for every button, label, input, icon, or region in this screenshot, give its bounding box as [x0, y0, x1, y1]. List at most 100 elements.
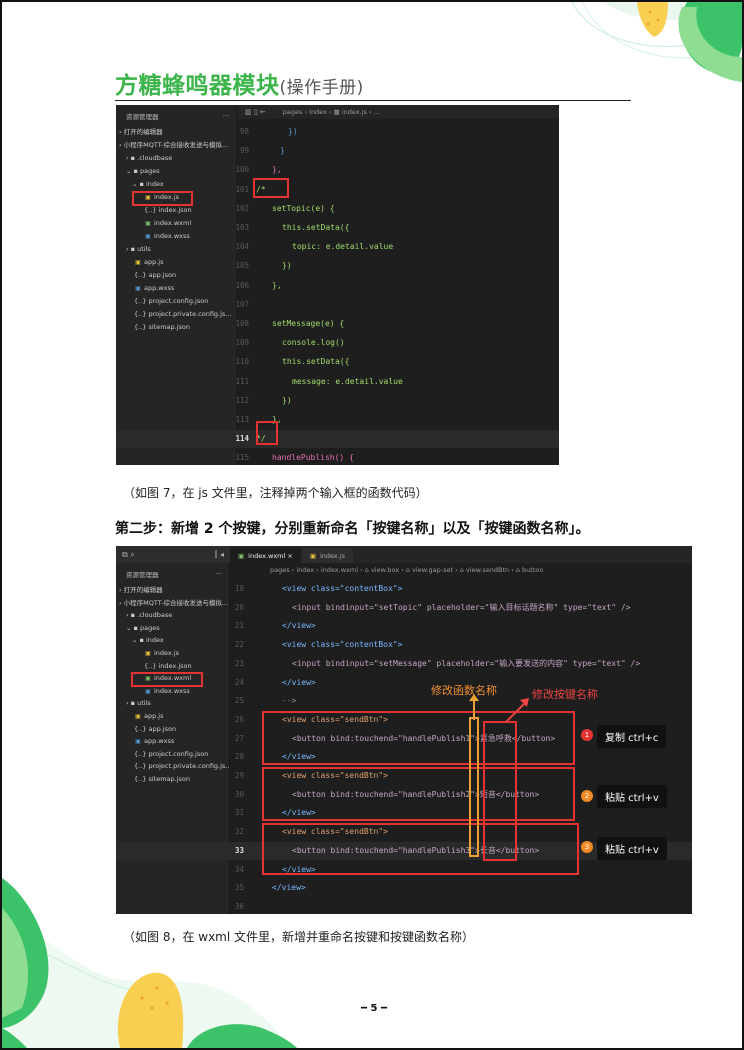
more-icon[interactable]: ···: [223, 112, 229, 120]
line-number: 30: [234, 789, 244, 799]
line-number: 114: [235, 434, 249, 444]
line-number: 36: [234, 901, 244, 911]
modify-function-name-annotation: 修改函数名称: [431, 684, 497, 697]
split-icon[interactable]: ▥ ▯ ←: [245, 108, 266, 116]
code-line: 109 console.log(): [116, 334, 559, 352]
title-rule: [115, 100, 631, 101]
code-text: <view class="contentBox">: [282, 584, 403, 593]
comment-end-highlight-box: [256, 421, 278, 445]
step-2-badge: 2: [581, 790, 593, 802]
code-text: this.setData({: [282, 357, 350, 367]
line-number: 33: [234, 845, 244, 855]
code-line: 99}: [116, 142, 559, 160]
line-number: 105: [235, 261, 249, 271]
index-js-highlight-box: [132, 191, 193, 206]
line-number: 103: [235, 223, 249, 232]
line-number: 115: [235, 453, 249, 463]
line-number: 35: [234, 883, 244, 893]
code-line: 20 <input bindinput="setTopic" placeholde…: [116, 599, 692, 617]
code-text: topic: e.detail.value: [292, 242, 394, 252]
comment-start-highlight-box: [253, 178, 289, 198]
line-number: 104: [235, 242, 249, 252]
wxml-file-icon: ▣: [238, 551, 245, 560]
editor-breadcrumb-bar: ▥ ▯ ← pages › index › ▦ index.js › ...: [237, 105, 559, 119]
line-number: 31: [234, 808, 244, 818]
line-number: 98: [239, 127, 249, 136]
page-number: ━ 5 ━: [361, 1003, 387, 1014]
code-text: }: [280, 146, 285, 156]
split-icon[interactable]: ⫿ ◂: [215, 550, 224, 560]
code-line: 105}): [116, 257, 559, 275]
code-line: 35 </view>: [116, 879, 692, 897]
code-line: 23 <input bindinput="setMessage" placehol…: [116, 655, 692, 673]
button-name-column-box: [483, 721, 517, 861]
figure-7-ide-screenshot: 资源管理器 ··· › 打开的编辑器 › 小程序MQTT-综合接收发送与模拟...…: [116, 105, 559, 465]
code-text: </view>: [282, 621, 316, 631]
top-right-decoration: [571, 2, 742, 82]
line-number: 101: [235, 184, 249, 194]
code-text: <input bindinput="setTopic" placeholder=…: [292, 602, 631, 612]
line-number: 20: [234, 602, 244, 612]
tab-label: index.wxml ×: [248, 551, 293, 560]
line-number: 113: [235, 415, 249, 424]
explorer-title: 资源管理器: [126, 571, 159, 579]
line-number: 24: [234, 677, 244, 687]
copy-shortcut-callout: 复制 ctrl+c: [597, 725, 667, 748]
figure-8-ide-screenshot: ⧉ ⌕ ⫿ ◂ ▣ index.wxml × ▣ index.js pages › …: [116, 546, 692, 914]
code-text: <input bindinput="setMessage" placeholde…: [292, 658, 641, 668]
code-line: 104 topic: e.detail.value: [116, 238, 559, 256]
tab-index-js[interactable]: ▣ index.js: [301, 548, 354, 563]
code-line: 36: [116, 898, 692, 914]
code-line: 115 handlePublish() {: [116, 449, 559, 465]
document-page: { "header": { "title": "方糖蜂鸣器模块", "subti…: [0, 0, 744, 1050]
code-text: setMessage(e) {: [272, 319, 345, 328]
code-text: },: [272, 165, 282, 175]
line-number: 106: [235, 280, 249, 290]
figure-8-caption: （如图 8，在 wxml 文件里，新增并重命名按键和按键函数名称）: [123, 930, 475, 944]
code-text: -->: [282, 696, 297, 706]
line-number: 109: [235, 338, 249, 348]
code-text: handlePublish() {: [272, 453, 354, 463]
line-number: 112: [235, 395, 249, 405]
code-line: 108 setMessage(e) {: [116, 315, 559, 333]
function-name-column-box: [469, 717, 479, 857]
line-number: 107: [235, 299, 249, 309]
step-2-heading: 第二步：新增 2 个按键，分别重新命名「按键名称」以及「按键函数名称」。: [115, 521, 590, 537]
line-number: 110: [235, 357, 249, 367]
breadcrumb: pages › index › ▦ index.js › ...: [282, 108, 380, 116]
line-number: 21: [234, 621, 244, 631]
step-3-badge: 3: [581, 841, 593, 853]
code-text: <view class="contentBox">: [282, 640, 403, 650]
code-line: 113},: [116, 411, 559, 429]
title-subtitle: (操作手册): [279, 78, 364, 98]
line-number: 28: [234, 752, 244, 762]
paste-shortcut-callout-1: 粘贴 ctrl+v: [597, 785, 667, 808]
button-block-2-box: [262, 767, 575, 821]
tab-index-wxml[interactable]: ▣ index.wxml ×: [230, 548, 301, 563]
code-text: },: [272, 280, 282, 290]
tab-label: index.js: [319, 551, 346, 560]
line-number: 27: [234, 733, 244, 743]
line-number: 34: [234, 864, 244, 874]
line-number: 23: [234, 658, 244, 668]
editor-tabbar: ▣ index.wxml × ▣ index.js: [230, 546, 692, 563]
line-number: 25: [234, 696, 244, 706]
code-line: 112}): [116, 392, 559, 410]
figure-7-caption: （如图 7，在 js 文件里，注释掉两个输入框的函数代码）: [123, 486, 428, 500]
code-text: }): [288, 127, 298, 136]
breadcrumb: pages › index › index.wxml › ⌂ view.box …: [230, 563, 692, 577]
line-number: 100: [235, 165, 249, 175]
copy-icon[interactable]: ⧉ ⌕: [122, 550, 135, 560]
code-line: 114 */: [116, 430, 559, 449]
line-number: 99: [239, 146, 249, 156]
button-block-3-box: [262, 823, 579, 875]
paste-shortcut-callout-2: 粘贴 ctrl+v: [597, 837, 667, 860]
code-text: </view>: [282, 677, 316, 687]
index-wxml-highlight-box: [131, 672, 203, 687]
code-line: 103 this.setData({: [116, 219, 559, 237]
more-icon[interactable]: ···: [216, 570, 222, 578]
code-line: 111 message: e.detail.value: [116, 373, 559, 391]
js-file-icon: ▣: [309, 551, 316, 560]
line-number: 26: [234, 714, 244, 724]
code-text: </view>: [272, 883, 306, 893]
